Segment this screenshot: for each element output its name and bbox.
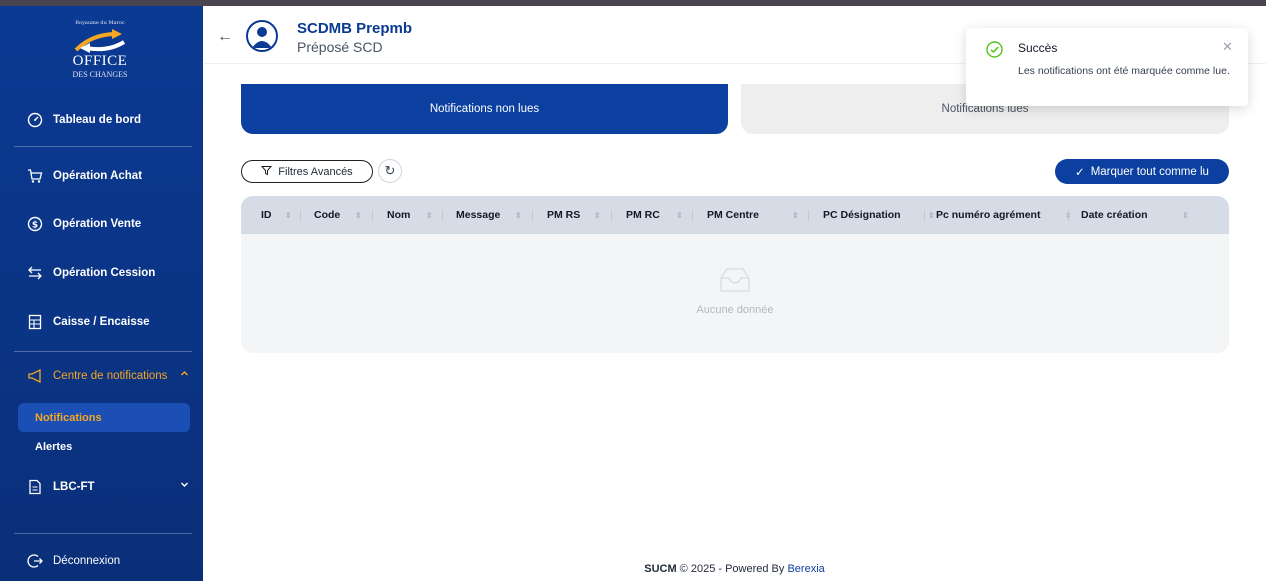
sort-icon: ⇕: [594, 210, 601, 220]
sidebar-subitem-label: Notifications: [35, 411, 102, 424]
column-separator: [442, 210, 443, 221]
document-icon: [26, 478, 44, 496]
swap-arrows-icon: [26, 264, 44, 282]
sort-icon: ⇕: [676, 210, 683, 220]
notifications-table: ID ⇕ Code ⇕ Nom ⇕ Message ⇕ PM RS ⇕ PM RC ⇕ PM…: [241, 196, 1229, 353]
column-header-pm-rs[interactable]: PM RS ⇕: [547, 196, 601, 234]
sidebar-item-operation-achat[interactable]: Opération Achat: [0, 158, 203, 194]
column-separator: [532, 210, 533, 221]
check-circle-icon: [986, 41, 1003, 63]
sidebar-item-operation-vente[interactable]: $ Opération Vente: [0, 206, 203, 242]
refresh-icon: ↻: [384, 163, 396, 178]
column-header-nom[interactable]: Nom ⇕: [387, 196, 433, 234]
megaphone-icon: [26, 367, 44, 385]
filter-icon: [261, 165, 273, 179]
sidebar-subitem-notifications[interactable]: Notifications: [18, 403, 190, 432]
sidebar-item-label: Opération Vente: [53, 218, 142, 230]
sidebar-divider: [14, 533, 192, 534]
column-separator: [808, 210, 809, 221]
sidebar-subitem-label: Alertes: [35, 440, 73, 453]
column-separator: [372, 210, 373, 221]
footer-app-name: SUCM: [644, 563, 677, 575]
column-header-pc-numero-agrement[interactable]: Pc numéro agrément⇕: [936, 196, 1072, 234]
sidebar-item-label: Centre de notifications: [53, 370, 168, 382]
sort-icon: ⇕: [1182, 210, 1189, 220]
tab-notifications-non-lues[interactable]: Notifications non lues: [241, 84, 728, 134]
mark-all-read-button[interactable]: ✓ Marquer tout comme lu: [1055, 159, 1229, 184]
column-header-message[interactable]: Message ⇕: [456, 196, 522, 234]
sidebar-item-label: Opération Cession: [53, 267, 156, 279]
back-arrow-icon[interactable]: ←: [217, 28, 233, 46]
dashboard-gauge-icon: [26, 111, 44, 129]
advanced-filters-label: Filtres Avancés: [278, 165, 353, 178]
logo-changes-text: DES CHANGES: [72, 70, 128, 79]
sidebar-item-label: LBC-FT: [53, 481, 95, 493]
column-header-date-creation[interactable]: Date création ⇕: [1081, 196, 1189, 234]
sidebar-item-label: Caisse / Encaisse: [53, 316, 150, 328]
sidebar-item-caisse-encaisse[interactable]: Caisse / Encaisse: [0, 304, 203, 340]
footer-brand-link[interactable]: Berexia: [787, 563, 824, 575]
sort-icon: ⇕: [928, 210, 935, 220]
empty-inbox-icon: [717, 266, 753, 299]
chevron-down-icon: [180, 480, 189, 492]
user-name: SCDMB Prepmb: [297, 20, 413, 37]
success-toast: Succès Les notifications ont été marquée…: [966, 28, 1248, 106]
column-header-pm-rc[interactable]: PM RC ⇕: [626, 196, 683, 234]
mark-all-read-label: Marquer tout comme lu: [1090, 165, 1209, 178]
sidebar-item-tableau-de-bord[interactable]: Tableau de bord: [0, 102, 203, 138]
column-separator: [611, 210, 612, 221]
sidebar: Royaume du Maroc OFFICE DES CHANGES Tabl…: [0, 6, 203, 581]
sidebar-item-operation-cession[interactable]: Opération Cession: [0, 255, 203, 291]
footer-text: © 2025 - Powered By: [676, 563, 788, 575]
tab-label: Notifications non lues: [429, 103, 540, 115]
sidebar-subitem-alertes[interactable]: Alertes: [18, 432, 190, 461]
check-icon: ✓: [1075, 166, 1085, 179]
column-header-id[interactable]: ID ⇕: [261, 196, 292, 234]
cash-register-icon: [26, 313, 44, 331]
table-header: ID ⇕ Code ⇕ Nom ⇕ Message ⇕ PM RS ⇕ PM RC ⇕ PM…: [241, 196, 1229, 234]
advanced-filters-button[interactable]: Filtres Avancés: [241, 160, 373, 183]
column-separator: [300, 210, 301, 221]
logo-crest-text: Royaume du Maroc: [75, 20, 125, 26]
office-des-changes-logo: Royaume du Maroc OFFICE DES CHANGES: [60, 20, 140, 82]
column-separator: [924, 210, 925, 221]
sidebar-divider: [14, 146, 192, 147]
toast-title: Succès: [1018, 41, 1058, 55]
sidebar-item-lbc-ft[interactable]: LBC-FT: [0, 469, 203, 505]
column-separator: [1068, 210, 1069, 221]
sort-icon: ⇕: [355, 210, 362, 220]
empty-state-text: Aucune donnée: [696, 304, 774, 316]
avatar[interactable]: [246, 20, 278, 52]
sort-icon: ⇕: [426, 210, 433, 220]
toast-message: Les notifications ont été marquée comme …: [1018, 65, 1230, 77]
footer: SUCM © 2025 - Powered By Berexia: [203, 563, 1266, 575]
column-separator: [692, 210, 693, 221]
svg-text:$: $: [32, 221, 38, 231]
logo-office-text: OFFICE: [72, 53, 128, 69]
sort-icon: ⇕: [285, 210, 292, 220]
cart-icon: [26, 167, 44, 185]
close-icon[interactable]: ✕: [1222, 39, 1233, 55]
logo-arrows-icon: [74, 29, 126, 53]
refresh-button[interactable]: ↻: [378, 159, 402, 183]
sort-icon: ⇕: [792, 210, 799, 220]
sidebar-item-label: Opération Achat: [53, 170, 143, 182]
user-icon: [252, 27, 272, 48]
sort-icon: ⇕: [515, 210, 522, 220]
logout-label: Déconnexion: [53, 555, 121, 567]
column-header-pm-centre[interactable]: PM Centre ⇕: [707, 196, 799, 234]
dollar-circle-icon: $: [26, 215, 44, 233]
user-role: Préposé SCD: [297, 39, 383, 55]
logout-icon: [26, 552, 44, 570]
chevron-up-icon: [180, 369, 189, 381]
column-header-code[interactable]: Code ⇕: [314, 196, 362, 234]
sidebar-item-centre-de-notifications[interactable]: Centre de notifications: [0, 358, 203, 394]
sidebar-divider: [14, 351, 192, 352]
sidebar-item-label: Tableau de bord: [53, 114, 141, 126]
logout-button[interactable]: Déconnexion: [0, 543, 203, 579]
column-header-pc-designation[interactable]: PC Désignation ⇕: [823, 196, 935, 234]
